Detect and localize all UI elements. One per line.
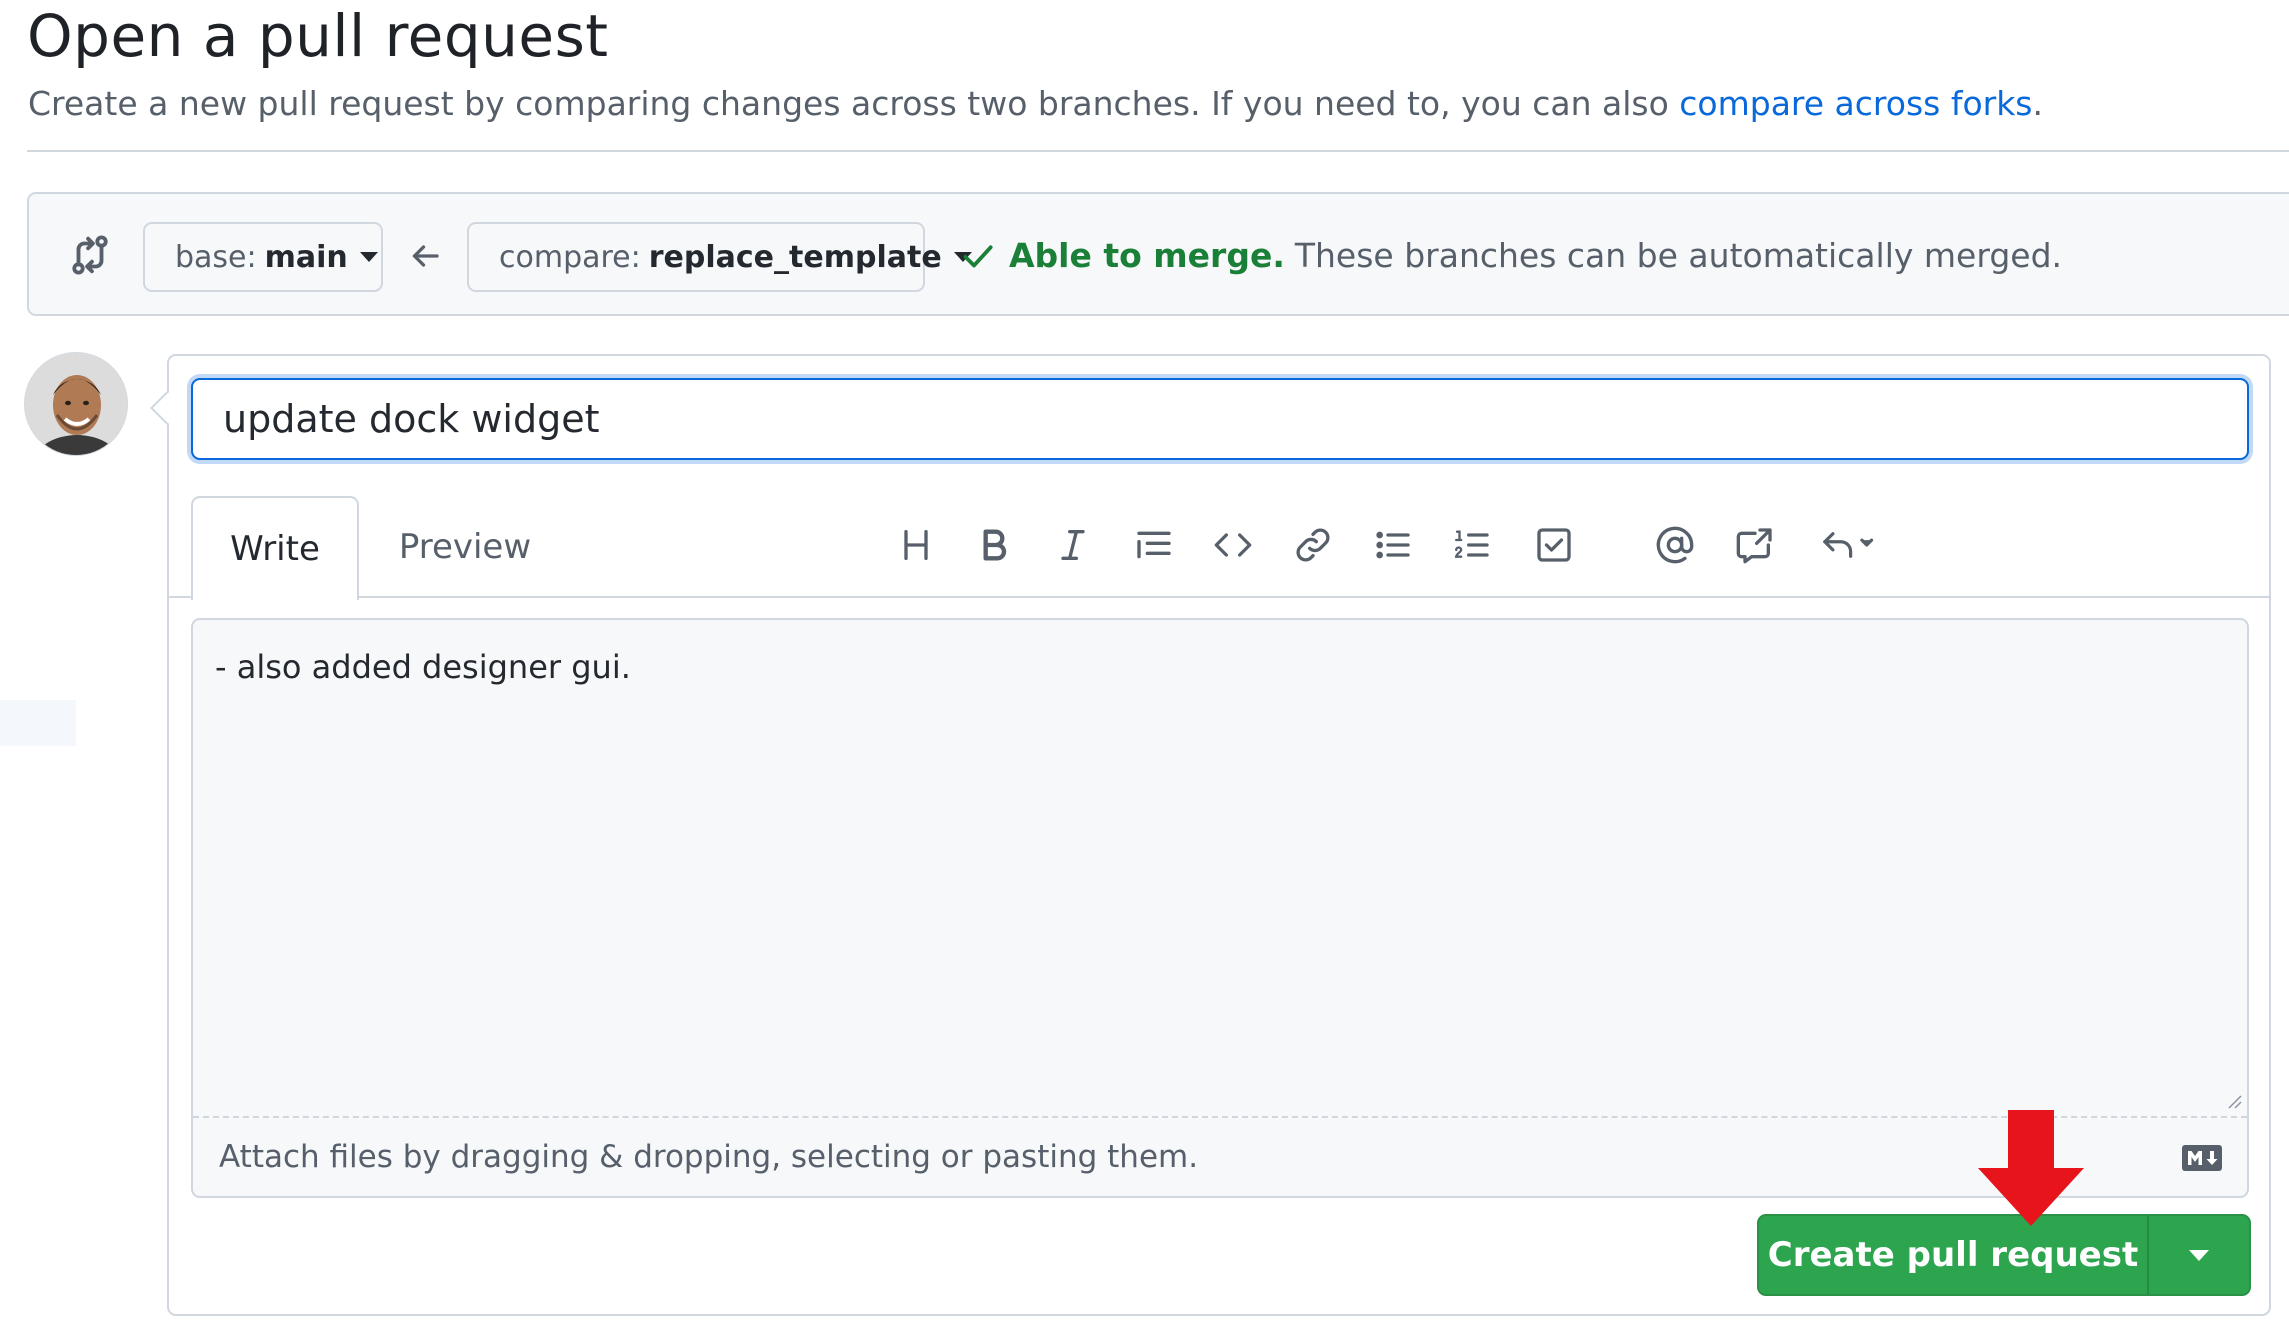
create-options-dropdown[interactable]	[2149, 1216, 2249, 1294]
subtitle-period: .	[2032, 84, 2044, 123]
arrow-left-icon	[412, 245, 439, 267]
create-pull-request-label[interactable]: Create pull request	[1759, 1216, 2149, 1294]
red-arrow-annotation-icon	[1978, 1110, 2084, 1226]
bulleted-list-icon[interactable]	[1365, 510, 1421, 580]
branch-compare-bar: base: main compare: replace_template Abl…	[27, 192, 2289, 316]
resize-handle-icon[interactable]	[2223, 1090, 2243, 1110]
compare-branch-name: replace_template	[648, 239, 942, 275]
header-divider	[27, 150, 2289, 152]
task-list-icon[interactable]	[1526, 510, 1582, 580]
git-compare-icon	[72, 235, 108, 275]
chevron-down-icon	[359, 252, 378, 262]
base-branch-select[interactable]: base: main	[143, 222, 383, 292]
heading-icon[interactable]	[888, 510, 944, 580]
code-icon[interactable]	[1205, 510, 1261, 580]
merge-description: These branches can be automatically merg…	[1294, 236, 2063, 275]
link-icon[interactable]	[1285, 510, 1341, 580]
attach-files-area[interactable]: Attach files by dragging & dropping, sel…	[193, 1116, 2247, 1196]
numbered-list-icon[interactable]	[1444, 510, 1500, 580]
page-title: Open a pull request	[27, 2, 609, 70]
subtitle-text: Create a new pull request by comparing c…	[28, 84, 1680, 123]
attach-files-text: Attach files by dragging & dropping, sel…	[219, 1139, 1199, 1175]
compare-across-forks-link[interactable]: compare across forks	[1679, 84, 2032, 123]
form-pointer	[150, 391, 184, 425]
merge-status: Able to merge. These branches can be aut…	[959, 236, 2062, 275]
base-branch-name: main	[264, 239, 348, 275]
pr-title-input[interactable]	[191, 378, 2249, 460]
avatar-image	[25, 353, 127, 455]
markdown-icon[interactable]	[2181, 1144, 2223, 1172]
compare-branch-select[interactable]: compare: replace_template	[467, 222, 972, 292]
saved-replies-icon[interactable]	[1809, 510, 1889, 580]
merge-ok-text: Able to merge.	[1009, 236, 1285, 275]
page: Open a pull request Create a new pull re…	[0, 0, 2289, 1339]
pr-body-editor[interactable]: - also added designer gui. Attach files …	[191, 618, 2249, 1198]
background-highlight	[0, 700, 76, 746]
markdown-toolbar	[169, 510, 2269, 580]
compare-label: compare:	[499, 239, 641, 275]
cross-reference-icon[interactable]	[1727, 510, 1783, 580]
page-subtitle: Create a new pull request by comparing c…	[28, 84, 2043, 123]
check-icon	[963, 244, 993, 267]
chevron-down-icon	[2189, 1249, 2209, 1261]
bold-icon[interactable]	[966, 510, 1022, 580]
avatar	[24, 352, 128, 456]
quote-icon[interactable]	[1126, 510, 1182, 580]
mention-icon[interactable]	[1647, 510, 1703, 580]
italic-icon[interactable]	[1045, 510, 1101, 580]
pr-body-text[interactable]: - also added designer gui.	[215, 648, 631, 686]
base-label: base:	[175, 239, 257, 275]
pull-request-form: Write Preview	[150, 354, 2271, 1316]
